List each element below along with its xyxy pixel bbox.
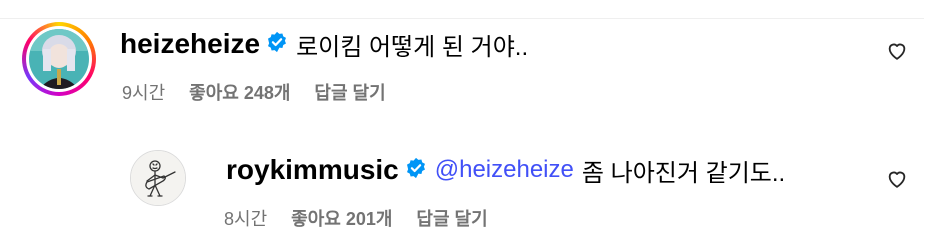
comment-time: 8시간 [224,209,268,229]
divider [0,18,924,19]
mention-link[interactable]: @heizeheize [435,156,574,184]
heart-icon[interactable] [886,40,908,67]
comment-time: 9시간 [122,83,166,103]
verified-badge-icon [266,31,288,58]
likes-count-button[interactable]: 좋아요 248개 [189,79,290,105]
comment-username[interactable]: roykimmusic [226,154,399,186]
comment-text: 좀 나아진거 같기도.. [581,159,786,187]
reply-button[interactable]: 답글 달기 [416,205,487,231]
likes-count-button[interactable]: 좋아요 201개 [291,205,392,231]
comment-text: 로이킴 어떻게 된 거야.. [296,33,529,61]
avatar[interactable] [130,150,186,206]
verified-badge-icon [405,157,427,184]
comment-username[interactable]: heizeheize [120,28,260,60]
reply-button[interactable]: 답글 달기 [314,79,385,105]
avatar-image [29,29,89,89]
heart-icon[interactable] [886,168,908,195]
avatar[interactable] [29,29,89,89]
avatar-image [131,151,185,205]
story-ring[interactable] [22,22,96,96]
